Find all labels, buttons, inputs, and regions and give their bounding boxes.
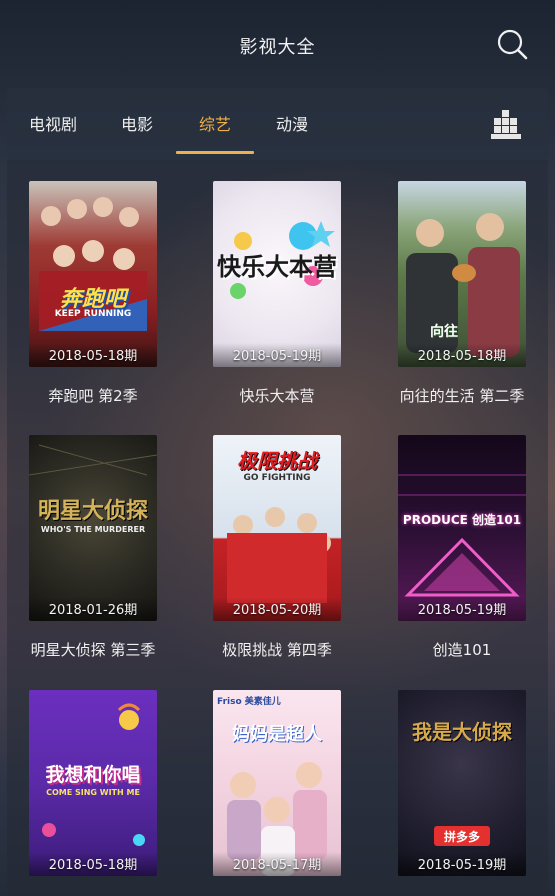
show-card[interactable]: 明星大侦探 WHO'S THE MURDERER 2018-01-26期 明星大… [29,435,157,659]
episode-date: 2018-05-18期 [417,349,507,364]
poster-logo-sub: COME SING WITH ME [46,788,140,797]
show-card[interactable]: 我想和你唱 COME SING WITH ME 2018-05-18期 [29,690,157,876]
tab-tv-series[interactable]: 电视剧 [27,114,79,136]
show-title[interactable]: 向往的生活 第二季 [378,385,546,406]
episode-date: 2018-05-19期 [417,603,507,618]
poster-logo: 明星大侦探 [37,499,148,524]
tab-anime[interactable]: 动漫 [272,114,312,136]
poster-logo-sub: WHO'S THE MURDERER [40,525,146,534]
show-poster[interactable]: 奔跑吧 KEEP RUNNING 2018-05-18期 [29,181,157,367]
grid-icon[interactable] [491,110,521,140]
show-card[interactable]: 向往 2018-05-18期 向往的生活 第二季 [398,181,526,405]
show-poster[interactable]: 我想和你唱 COME SING WITH ME 2018-05-18期 [29,690,157,876]
show-title[interactable]: 创造101 [378,639,546,660]
episode-date: 2018-05-19期 [232,349,322,364]
show-card[interactable]: 我是大侦探 拼多多 2018-05-19期 [398,690,526,876]
tab-variety[interactable]: 综艺 [195,114,235,136]
poster-logo-sub: GO FIGHTING [243,473,311,483]
show-grid: 奔跑吧 KEEP RUNNING 2018-05-18期 奔跑吧 第2季 快乐大… [7,160,548,896]
show-card[interactable]: 奔跑吧 KEEP RUNNING 2018-05-18期 奔跑吧 第2季 [29,181,157,405]
poster-logo: 极限挑战 [237,449,317,473]
poster-logo: PRODUCE 创造101 [402,513,522,527]
show-card[interactable]: Friso 美素佳儿 妈妈是超人 2018-05-17期 [213,690,341,876]
show-title[interactable]: 奔跑吧 第2季 [9,385,177,406]
show-poster[interactable]: 明星大侦探 WHO'S THE MURDERER 2018-01-26期 [29,435,157,621]
show-poster[interactable]: PRODUCE 创造101 2018-05-19期 [398,435,526,621]
episode-date: 2018-05-18期 [48,858,138,873]
category-tabbar: 电视剧 电影 综艺 动漫 [7,88,548,160]
poster-logo: 我是大侦探 [412,720,512,744]
poster-logo: 快乐大本营 [217,253,337,281]
show-poster[interactable]: 我是大侦探 拼多多 2018-05-19期 [398,690,526,876]
episode-date: 2018-05-20期 [232,603,322,618]
episode-date: 2018-01-26期 [48,603,138,618]
episode-date: 2018-05-17期 [232,858,322,873]
poster-logo-sub: KEEP RUNNING [54,309,132,319]
active-tab-indicator [176,151,254,154]
page-title: 影视大全 [239,37,316,58]
episode-date: 2018-05-18期 [48,349,138,364]
show-card[interactable]: 快乐大本营 2018-05-19期 快乐大本营 [213,181,341,405]
show-title[interactable]: 明星大侦探 第三季 [9,639,177,660]
poster-logo: 向往 [430,324,458,340]
show-poster[interactable]: Friso 美素佳儿 妈妈是超人 2018-05-17期 [213,690,341,876]
show-poster[interactable]: 极限挑战 GO FIGHTING 2018-05-20期 [213,435,341,621]
episode-date: 2018-05-19期 [417,858,507,873]
poster-logo: 妈妈是超人 [232,724,322,745]
show-title[interactable]: 极限挑战 第四季 [193,639,361,660]
show-title[interactable]: 快乐大本营 [193,385,361,406]
poster-logo: 我想和你唱 [45,764,141,786]
show-card[interactable]: 极限挑战 GO FIGHTING 2018-05-20期 极限挑战 第四季 [213,435,341,659]
poster-logo-sub: 拼多多 [443,830,480,844]
tab-movies[interactable]: 电影 [117,114,157,136]
show-poster[interactable]: 快乐大本营 2018-05-19期 [213,181,341,367]
app-header: 影视大全 [0,0,555,88]
poster-logo-sub: Friso 美素佳儿 [217,697,281,707]
show-card[interactable]: PRODUCE 创造101 2018-05-19期 创造101 [398,435,526,659]
show-poster[interactable]: 向往 2018-05-18期 [398,181,526,367]
search-icon[interactable] [495,27,529,61]
